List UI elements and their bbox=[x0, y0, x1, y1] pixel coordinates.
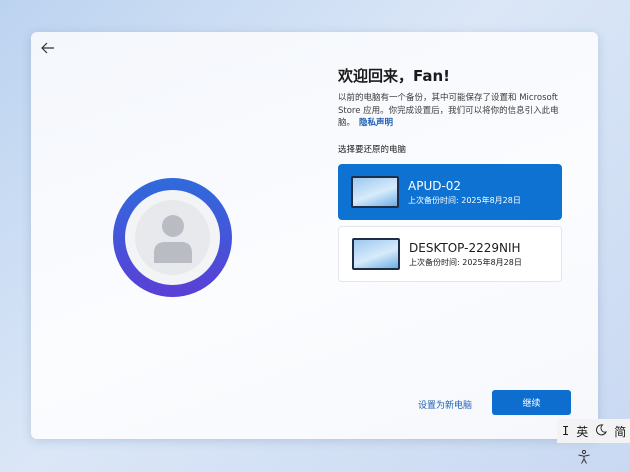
pc-backup-time: 上次备份时间: 2025年8月28日 bbox=[409, 257, 522, 267]
accessibility-icon[interactable] bbox=[576, 449, 592, 465]
pc-name: DESKTOP-2229NIH bbox=[409, 240, 521, 255]
pc-option-desktop-2229nih[interactable]: DESKTOP-2229NIH 上次备份时间: 2025年8月28日 bbox=[338, 226, 562, 282]
pc-name: APUD-02 bbox=[408, 178, 462, 193]
section-label: 选择要还原的电脑 bbox=[338, 145, 407, 155]
pc-option-apud-02[interactable]: APUD-02 上次备份时间: 2025年8月28日 bbox=[338, 164, 562, 220]
description: 以前的电脑有一个备份，其中可能保存了设置和 Microsoft Store 应用… bbox=[338, 92, 563, 130]
monitor-icon bbox=[351, 176, 399, 208]
back-button[interactable] bbox=[39, 39, 57, 57]
set-as-new-pc-link[interactable]: 设置为新电脑 bbox=[418, 398, 472, 411]
back-arrow-icon bbox=[41, 42, 54, 54]
pc-backup-time: 上次备份时间: 2025年8月28日 bbox=[408, 195, 521, 205]
page-title: 欢迎回来，Fan! bbox=[338, 67, 451, 85]
ime-language-toggle[interactable]: 英 bbox=[576, 423, 588, 440]
continue-button[interactable]: 继续 bbox=[492, 390, 571, 415]
moon-icon[interactable] bbox=[595, 423, 608, 439]
ime-bar: I 英 简 bbox=[557, 419, 630, 443]
oobe-window: 欢迎回来，Fan! 以前的电脑有一个备份，其中可能保存了设置和 Microsof… bbox=[31, 32, 598, 439]
monitor-icon bbox=[352, 238, 400, 270]
text-cursor-indicator: I bbox=[562, 424, 570, 438]
avatar bbox=[113, 178, 232, 297]
ime-mode-toggle[interactable]: 简 bbox=[614, 423, 626, 440]
user-icon bbox=[135, 200, 210, 275]
privacy-link[interactable]: 隐私声明 bbox=[359, 118, 393, 128]
